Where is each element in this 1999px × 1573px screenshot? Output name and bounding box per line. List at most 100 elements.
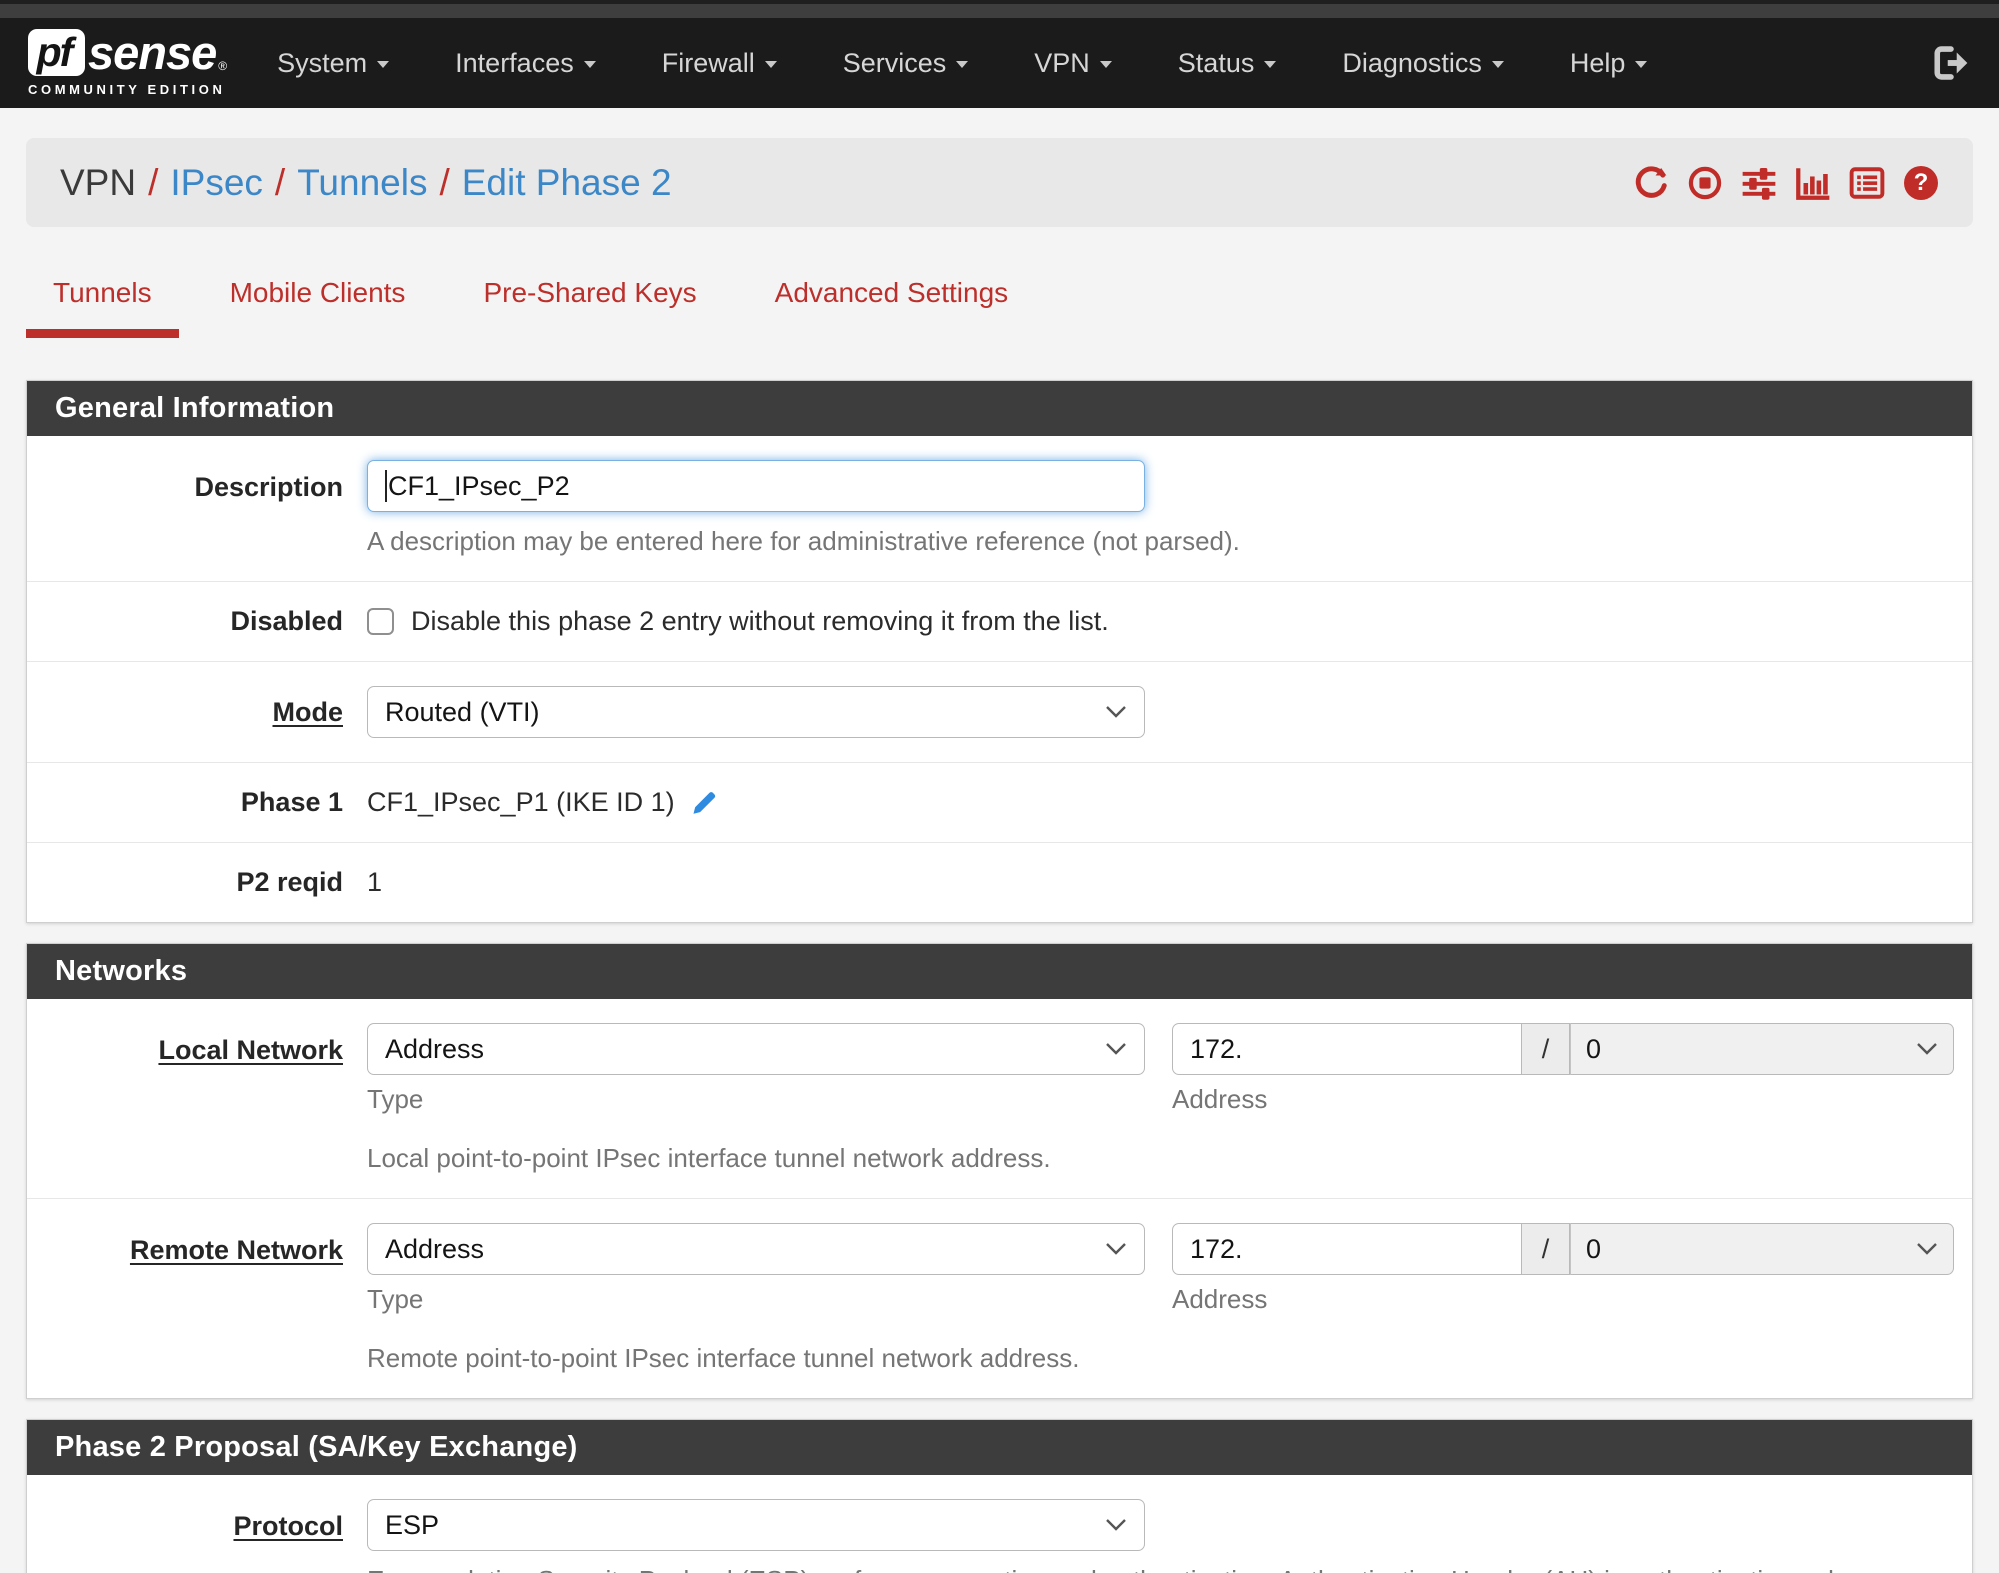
nav-item-services[interactable]: Services <box>843 48 969 79</box>
row-p2reqid: P2 reqid 1 <box>27 842 1972 922</box>
sign-out-icon <box>1934 46 1968 80</box>
section-title: Networks <box>27 944 1972 999</box>
remote-address-slash: / <box>1522 1223 1570 1275</box>
breadcrumb-link-tunnels[interactable]: Tunnels <box>297 162 427 204</box>
help-icon[interactable]: ? <box>1903 165 1939 201</box>
remote-address-group: 172. / 0 <box>1172 1223 1954 1275</box>
breadcrumb-link-edit-phase-2[interactable]: Edit Phase 2 <box>462 162 672 204</box>
breadcrumb-root: VPN <box>60 161 137 203</box>
nav-item-status[interactable]: Status <box>1178 48 1277 79</box>
chevron-down-icon <box>1106 706 1126 718</box>
stop-circle-icon[interactable] <box>1687 165 1723 201</box>
tab-bar: Tunnels Mobile Clients Pre-Shared Keys A… <box>26 277 1973 338</box>
local-address-help: Address <box>1172 1084 1268 1114</box>
tab-tunnels[interactable]: Tunnels <box>26 277 179 338</box>
disabled-label: Disabled <box>230 606 343 636</box>
disabled-checkbox-label: Disable this phase 2 entry without remov… <box>411 606 1109 636</box>
nav-item-firewall[interactable]: Firewall <box>662 48 777 79</box>
chevron-down-icon <box>1635 61 1648 68</box>
disabled-checkbox[interactable] <box>367 608 394 635</box>
chevron-down-icon <box>1106 1519 1126 1531</box>
chevron-down-icon <box>583 61 596 68</box>
remote-address-input[interactable]: 172. <box>1172 1223 1522 1275</box>
local-address-slash: / <box>1522 1023 1570 1075</box>
nav-item-diagnostics[interactable]: Diagnostics <box>1342 48 1504 79</box>
breadcrumb-separator: / <box>439 161 450 203</box>
community-edition-label: COMMUNITY EDITION <box>28 82 226 97</box>
phase1-label: Phase 1 <box>240 787 343 817</box>
section-title: Phase 2 Proposal (SA/Key Exchange) <box>27 1420 1972 1475</box>
registered-mark: ® <box>218 59 228 73</box>
text-cursor <box>385 470 387 502</box>
local-network-help: Local point-to-point IPsec interface tun… <box>367 1143 1051 1173</box>
panel-networks: Networks Local Network Address Type Loca… <box>26 943 1973 1399</box>
protocol-label: Protocol <box>233 1511 343 1541</box>
phase1-value: CF1_IPsec_P1 (IKE ID 1) <box>367 787 675 817</box>
mode-select[interactable]: Routed (VTI) <box>367 686 1145 738</box>
bar-chart-icon[interactable] <box>1795 165 1831 201</box>
list-icon[interactable] <box>1849 165 1885 201</box>
local-address-group: 172. / 0 <box>1172 1023 1954 1075</box>
description-label: Description <box>194 472 343 502</box>
breadcrumb-link-ipsec[interactable]: IPsec <box>170 162 263 204</box>
sign-out-button[interactable] <box>1931 45 1971 81</box>
nav-item-help[interactable]: Help <box>1570 48 1648 79</box>
protocol-help-text: Encapsulating Security Payload (ESP) per… <box>367 1565 1954 1573</box>
chevron-down-icon <box>1099 61 1112 68</box>
top-navbar: pf sense ® COMMUNITY EDITION System Inte… <box>0 18 1999 108</box>
remote-network-type-select[interactable]: Address <box>367 1223 1145 1275</box>
local-address-input[interactable]: 172. <box>1172 1023 1522 1075</box>
remote-network-help: Remote point-to-point IPsec interface tu… <box>367 1343 1080 1373</box>
chevron-down-icon <box>1917 1043 1937 1055</box>
row-description: Description CF1_IPsec_P2 A description m… <box>27 436 1972 581</box>
nav-item-system[interactable]: System <box>277 48 390 79</box>
chevron-down-icon <box>1491 61 1504 68</box>
pfsense-logo[interactable]: pf sense ® COMMUNITY EDITION <box>28 29 227 97</box>
panel-phase2-proposal: Phase 2 Proposal (SA/Key Exchange) Proto… <box>26 1419 1973 1573</box>
p2reqid-label: P2 reqid <box>236 867 343 897</box>
nav-menu: System Interfaces Firewall Services VPN … <box>277 48 1648 79</box>
chevron-down-icon <box>956 61 969 68</box>
row-disabled: Disabled Disable this phase 2 entry with… <box>27 581 1972 661</box>
refresh-icon[interactable] <box>1633 165 1669 201</box>
mode-label: Mode <box>272 696 344 727</box>
nav-item-interfaces[interactable]: Interfaces <box>455 48 596 79</box>
description-input[interactable]: CF1_IPsec_P2 <box>367 460 1145 512</box>
chevron-down-icon <box>1106 1243 1126 1255</box>
row-local-network: Local Network Address Type Local point-t… <box>27 999 1972 1198</box>
tab-pre-shared-keys[interactable]: Pre-Shared Keys <box>456 277 723 338</box>
chevron-down-icon <box>1106 1043 1126 1055</box>
tab-advanced-settings[interactable]: Advanced Settings <box>748 277 1036 338</box>
row-phase1: Phase 1 CF1_IPsec_P1 (IKE ID 1) <box>27 762 1972 842</box>
sliders-icon[interactable] <box>1741 165 1777 201</box>
pf-logo-box: pf <box>28 29 85 76</box>
remote-mask-select[interactable]: 0 <box>1570 1223 1954 1275</box>
local-mask-select[interactable]: 0 <box>1570 1023 1954 1075</box>
remote-network-label: Remote Network <box>129 1235 343 1265</box>
panel-general-information: General Information Description CF1_IPse… <box>26 380 1973 923</box>
description-help-text: A description may be entered here for ad… <box>367 526 1240 556</box>
section-title: General Information <box>27 381 1972 436</box>
tab-mobile-clients[interactable]: Mobile Clients <box>203 277 433 338</box>
sense-logo-text: sense <box>88 26 217 79</box>
breadcrumb-action-icons: ? <box>1633 165 1939 201</box>
row-protocol: Protocol ESP Encapsulating Security Payl… <box>27 1475 1972 1573</box>
breadcrumb-separator: / <box>274 161 286 203</box>
pencil-icon[interactable] <box>689 788 719 818</box>
nav-item-vpn[interactable]: VPN <box>1034 48 1112 79</box>
chevron-down-icon <box>377 61 390 68</box>
breadcrumb: VPN / IPsec / Tunnels / Edit Phase 2 ? <box>26 138 1973 227</box>
row-mode: Mode Routed (VTI) <box>27 661 1972 762</box>
local-network-label: Local Network <box>158 1035 343 1065</box>
row-remote-network: Remote Network Address Type Remote point… <box>27 1198 1972 1398</box>
remote-address-help: Address <box>1172 1284 1268 1314</box>
remote-type-help: Type <box>367 1284 424 1314</box>
window-chrome-strip <box>0 0 1999 18</box>
breadcrumb-separator: / <box>148 161 159 203</box>
chevron-down-icon <box>764 61 777 68</box>
chevron-down-icon <box>1264 61 1277 68</box>
local-network-type-select[interactable]: Address <box>367 1023 1145 1075</box>
chevron-down-icon <box>1917 1243 1937 1255</box>
local-type-help: Type <box>367 1084 424 1114</box>
protocol-select[interactable]: ESP <box>367 1499 1145 1551</box>
